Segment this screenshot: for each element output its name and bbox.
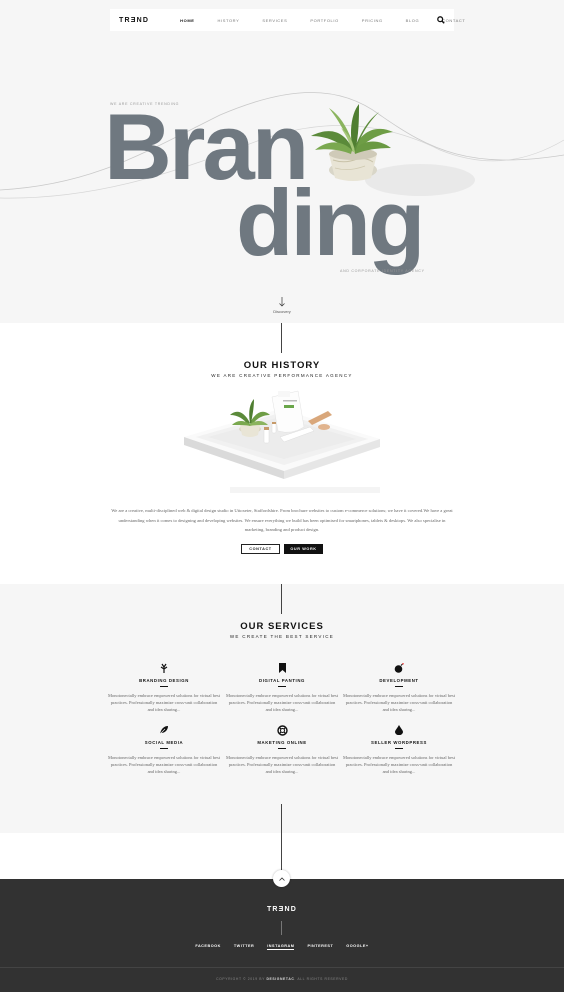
copyright-prefix: COPYRIGHT © 2019 BY — [216, 977, 265, 981]
service-text: Monotonectally embrace empowered solutio… — [226, 755, 338, 775]
social-link-facebook[interactable]: FACEBOOK — [195, 944, 221, 950]
nav-item-home[interactable]: HOME — [180, 18, 194, 23]
footer-separator — [0, 967, 564, 968]
service-underline — [395, 686, 403, 687]
drop-icon — [395, 725, 403, 735]
our-work-button[interactable]: OUR WORK — [284, 544, 323, 554]
service-card-wordpress: SELLER WORDPRESS Monotonectally embrace … — [343, 724, 455, 776]
nav-item-history[interactable]: HISTORY — [218, 18, 240, 23]
feather-icon — [159, 726, 168, 735]
service-name: DIGITAL PANTING — [259, 678, 305, 683]
service-name: SELLER WORDPRESS — [371, 740, 427, 745]
section-divider-line — [281, 804, 282, 833]
hero-title-line2: ding — [236, 170, 425, 275]
brand-logo[interactable]: TRƎND — [119, 17, 149, 24]
service-text: Monotonectally embrace empowered solutio… — [343, 755, 455, 775]
hero-tagline: AND CORPORATE IDENTITY AGENCY — [340, 269, 425, 273]
service-underline — [395, 748, 403, 749]
social-link-pinterest[interactable]: PINTEREST — [307, 944, 333, 950]
arrow-down-icon — [279, 297, 285, 307]
copyright-brand[interactable]: DESIGNETAC — [266, 977, 294, 981]
copyright-text: COPYRIGHT © 2019 BY DESIGNETAC. ALL RIGH… — [0, 977, 564, 981]
lifebuoy-icon — [276, 724, 288, 736]
discover-label: Discovery — [273, 309, 291, 314]
discover-link[interactable]: Discovery — [262, 297, 302, 314]
service-card-social: SOCIAL MEDIA Monotonectally embrace empo… — [108, 724, 220, 776]
service-underline — [160, 686, 168, 687]
service-text: Monotonectally embrace empowered solutio… — [108, 755, 220, 775]
nav-item-pricing[interactable]: PRICING — [362, 18, 383, 23]
service-card-development: DEVELOPMENT Monotonectally embrace empow… — [343, 662, 455, 714]
product-mockup-image — [184, 390, 380, 493]
service-underline — [160, 748, 168, 749]
nav-item-contact[interactable]: CONTACT — [442, 18, 465, 23]
service-name: SOCIAL MEDIA — [144, 740, 184, 745]
bomb-icon — [394, 663, 404, 673]
service-text: Monotonectally embrace empowered solutio… — [343, 693, 455, 713]
bookmark-icon — [278, 663, 286, 673]
top-navbar: TRƎND HOME HISTORY SERVICES PORTFOLIO PR… — [110, 9, 465, 31]
copyright-suffix: . ALL RIGHTS RESERVED — [294, 977, 348, 981]
history-subtitle: WE ARE CREATIVE PERFORMANCE AGENCY — [211, 373, 353, 378]
plant-pot-image — [311, 104, 393, 181]
history-title: OUR HISTORY — [243, 360, 321, 371]
service-name: DEVELOPMENT — [379, 678, 419, 683]
footer-logo[interactable]: TRƎND — [0, 906, 564, 913]
services-section: OUR SERVICES WE CREATE THE BEST SERVICE … — [0, 584, 564, 833]
social-link-twitter[interactable]: TWITTER — [234, 944, 254, 950]
services-subtitle: WE CREATE THE BEST SERVICE — [229, 634, 335, 639]
social-link-googleplus[interactable]: GOOGLE+ — [346, 944, 368, 950]
back-to-top-button[interactable] — [273, 870, 290, 887]
history-section: OUR HISTORY WE ARE CREATIVE PERFORMANCE … — [0, 323, 564, 584]
footer-divider-line — [281, 921, 282, 935]
service-card-marketing: MAKETING ONLINE Monotonectally embrace e… — [226, 724, 338, 776]
services-title: OUR SERVICES — [240, 621, 324, 632]
social-links: FACEBOOK TWITTER INSTAGRAM PINTEREST GOO… — [0, 944, 564, 950]
nav-item-blog[interactable]: BLOG — [406, 18, 420, 23]
nav-item-portfolio[interactable]: PORTFOLIO — [310, 18, 338, 23]
service-text: Monotonectally embrace empowered solutio… — [108, 693, 220, 713]
footer: TRƎND FACEBOOK TWITTER INSTAGRAM PINTERE… — [0, 879, 564, 992]
hero-section: WE ARE CREATIVE TRENDING Bran ding AND C… — [0, 40, 564, 323]
social-link-instagram[interactable]: INSTAGRAM — [267, 944, 295, 950]
service-name: MAKETING ONLINE — [257, 740, 307, 745]
service-underline — [278, 686, 286, 687]
section-divider-line — [281, 833, 282, 871]
service-underline — [278, 748, 286, 749]
history-paragraph: We are a creative, multi-disciplined web… — [111, 508, 453, 532]
chevron-up-icon — [278, 876, 285, 881]
nav-item-services[interactable]: SERVICES — [262, 18, 287, 23]
service-card-branding: BRANDING DESIGN Monotonectally embrace e… — [108, 662, 220, 714]
contact-button[interactable]: CONTACT — [241, 544, 280, 554]
service-text: Monotonectally embrace empowered solutio… — [226, 693, 338, 713]
section-divider-line — [281, 323, 282, 353]
search-icon[interactable] — [437, 16, 445, 24]
service-card-digital: DIGITAL PANTING Monotonectally embrace e… — [226, 662, 338, 714]
leaf-icon — [160, 663, 168, 673]
service-name: BRANDING DESIGN — [139, 678, 189, 683]
section-divider-line — [281, 584, 282, 614]
